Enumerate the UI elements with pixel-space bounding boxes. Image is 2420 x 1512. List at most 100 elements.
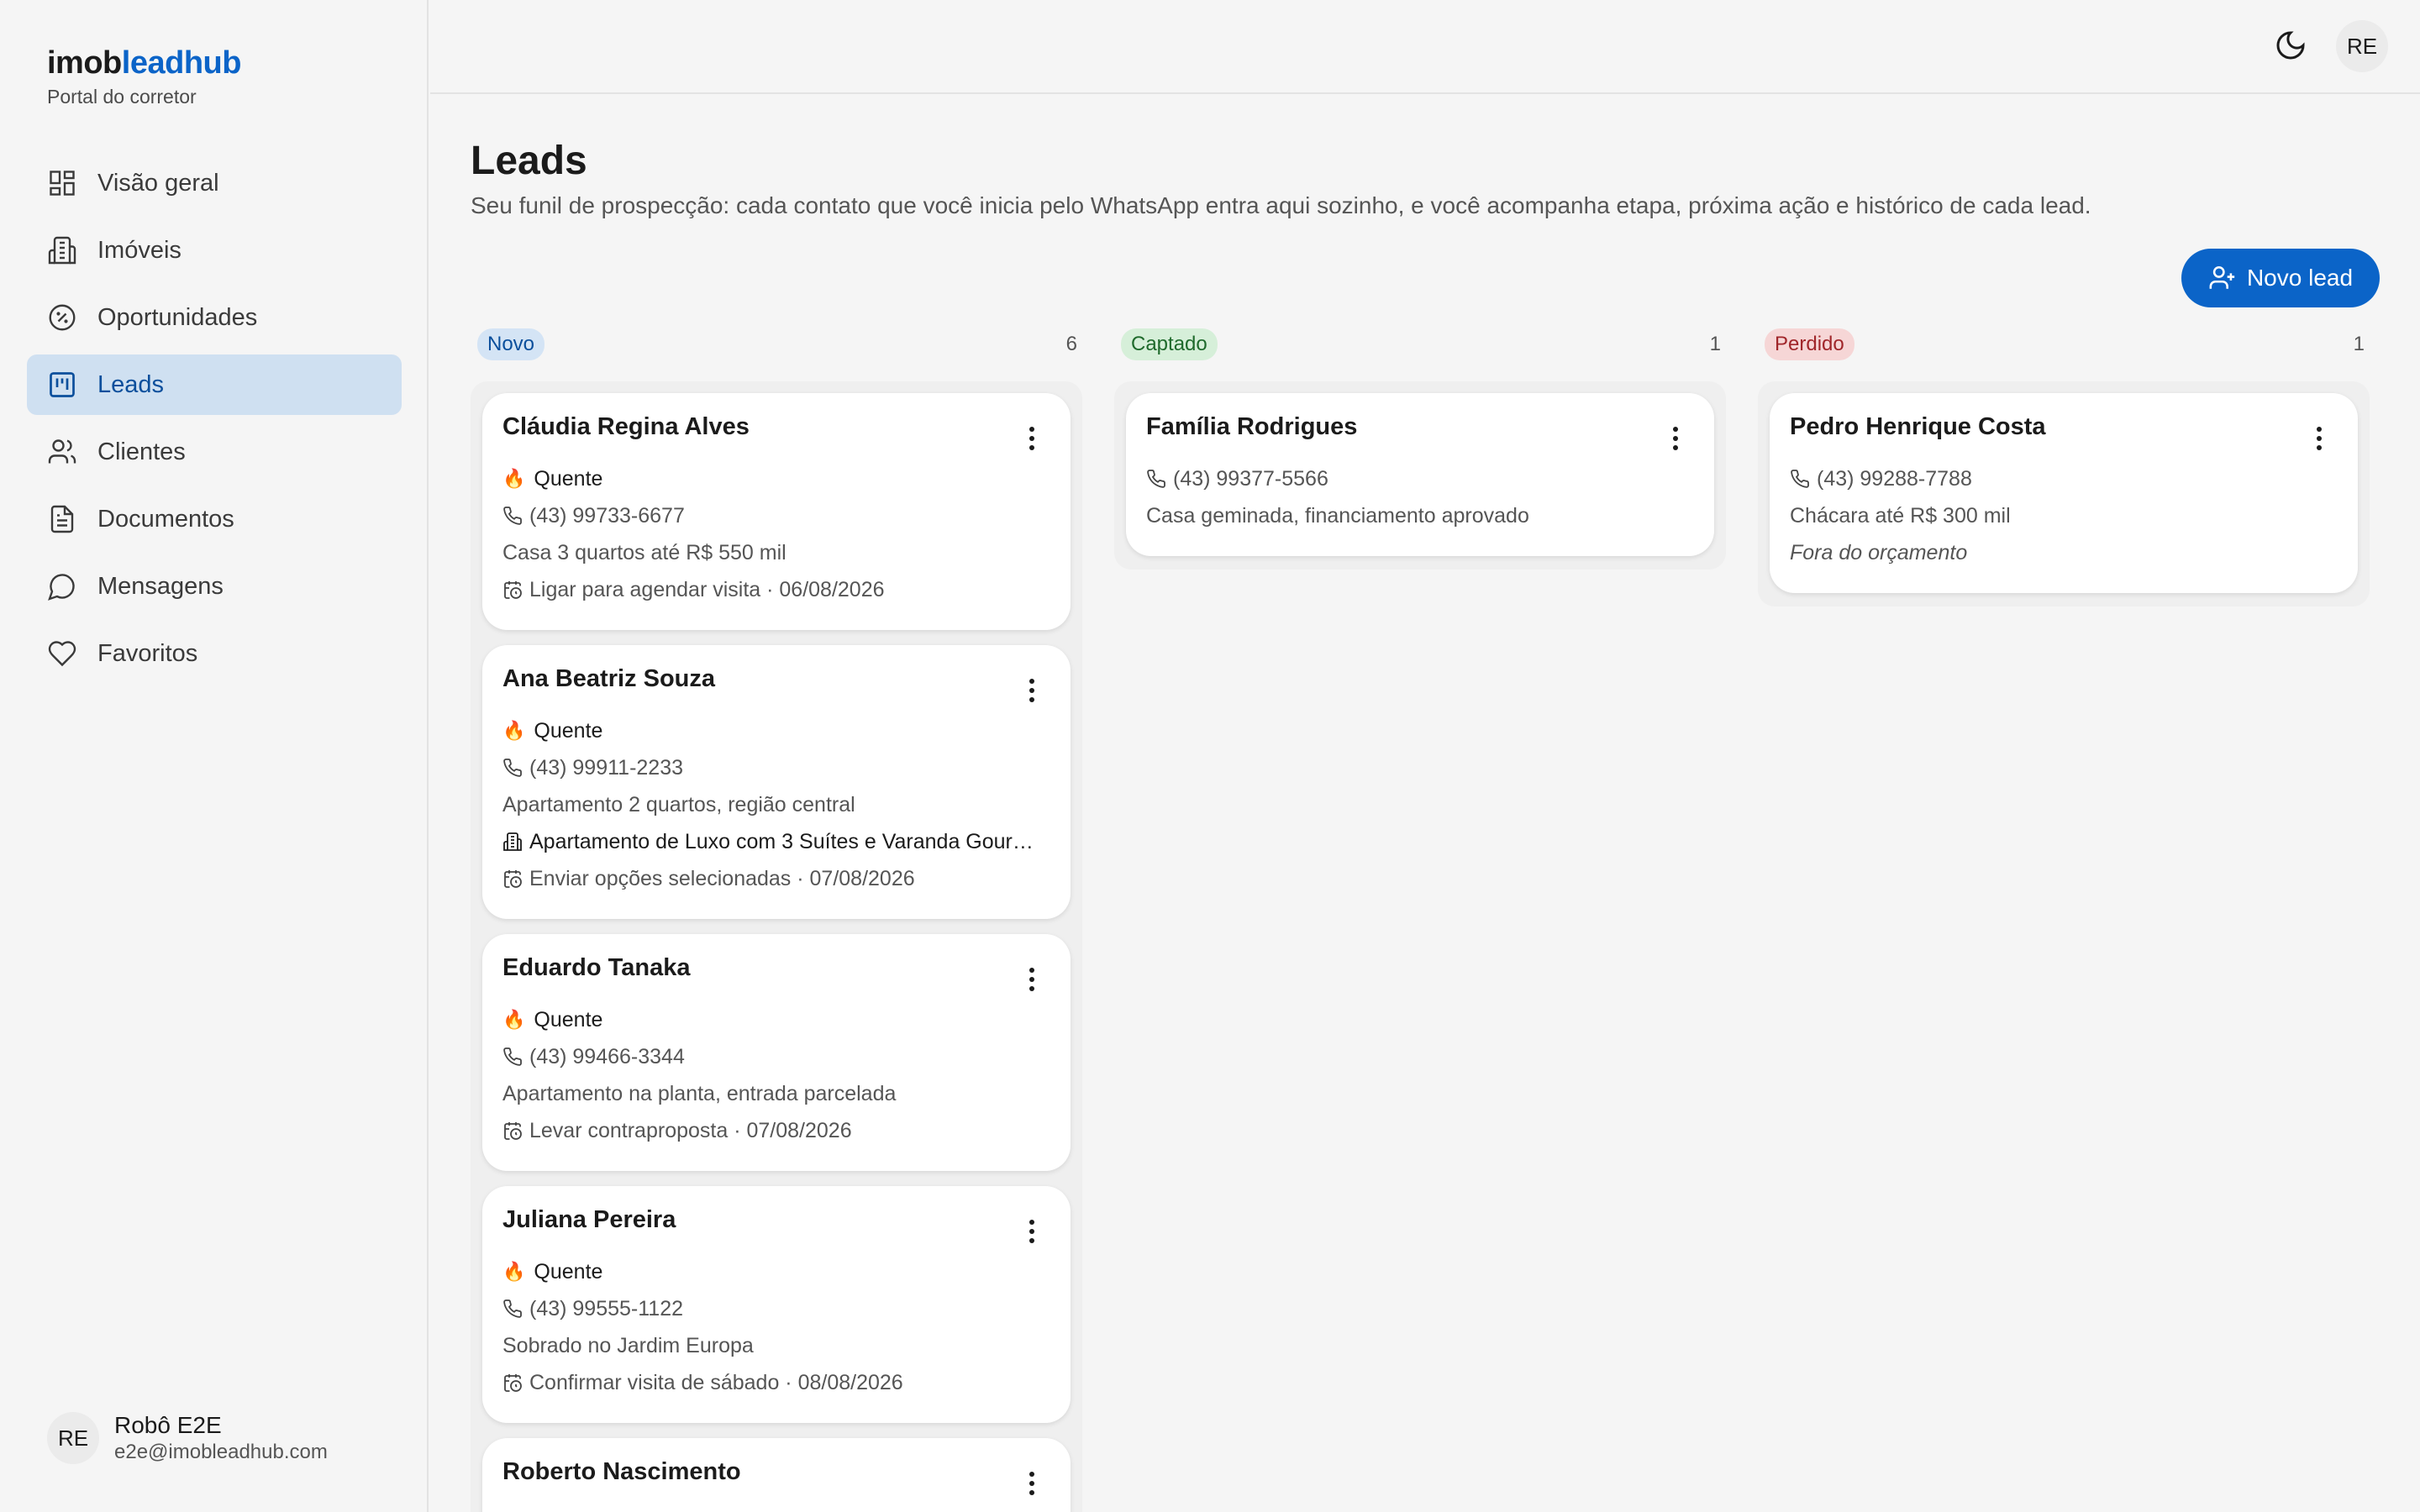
sidebar-item-label: Favoritos (97, 639, 198, 667)
more-options-icon[interactable] (1028, 427, 1035, 450)
sidebar-item-label: Leads (97, 370, 165, 398)
lead-card[interactable]: Eduardo Tanaka 🔥 Quente (43) 99466-3344 A… (482, 934, 1071, 1171)
sidebar-item-documentos[interactable]: Documentos (27, 489, 402, 549)
lead-name: Juliana Pereira (502, 1206, 676, 1233)
page-title: Leads (471, 139, 587, 183)
lead-phone: (43) 99555-1122 (529, 1297, 684, 1320)
avatar: RE (47, 1412, 99, 1464)
flame-icon: 🔥 (502, 1009, 526, 1030)
sidebar-item-oportunidades[interactable]: Oportunidades (27, 287, 402, 348)
kanban-column-captado: Captado 1 Família Rodrigues (43) 99377-5… (1114, 328, 1726, 570)
kanban-icon (50, 372, 75, 397)
lead-name: Cláudia Regina Alves (502, 413, 750, 440)
page-description: Seu funil de prospecção: cada contato qu… (471, 192, 2091, 218)
heart-icon (48, 641, 76, 667)
sidebar-item-visao-geral[interactable]: Visão geral (27, 153, 402, 213)
sidebar-item-leads[interactable]: Leads (27, 354, 402, 415)
sidebar-item-imoveis[interactable]: Imóveis (27, 220, 402, 281)
phone-icon (503, 507, 522, 525)
column-body: Cláudia Regina Alves 🔥 Quente (43) 99733-… (471, 381, 1082, 1512)
flame-icon: 🔥 (502, 1261, 526, 1282)
lead-linked-property[interactable]: Apartamento de Luxo com 3 Suítes e Varan… (529, 823, 1050, 860)
calendar-clock-icon (504, 1374, 522, 1392)
moon-icon[interactable] (2274, 29, 2307, 62)
more-options-icon[interactable] (1672, 427, 1679, 450)
lead-name: Ana Beatriz Souza (502, 665, 715, 692)
lead-card[interactable]: Roberto Nascimento (482, 1438, 1071, 1512)
badge-percent-icon (49, 304, 76, 331)
more-options-icon[interactable] (1028, 968, 1035, 991)
column-count: 6 (1065, 333, 1077, 355)
stage-badge: Novo (477, 328, 545, 360)
building-icon (48, 236, 76, 265)
avatar-menu-button[interactable]: RE (2336, 20, 2388, 72)
brand[interactable]: imobleadhub Portal do corretor (47, 44, 241, 108)
lead-interest: Chácara até R$ 300 mil (1790, 504, 2011, 528)
user-email: e2e@imobleadhub.com (114, 1441, 328, 1463)
more-options-icon[interactable] (1028, 1220, 1035, 1243)
phone-icon (1791, 470, 1809, 488)
sidebar-item-label: Imóveis (97, 236, 182, 264)
lead-interest: Casa geminada, financiamento aprovado (1146, 504, 1529, 528)
sidebar-item-label: Mensagens (97, 572, 224, 600)
lead-card[interactable]: Família Rodrigues (43) 99377-5566 Casa g… (1126, 393, 1714, 556)
sidebar-item-label: Clientes (97, 438, 186, 465)
user-plus-icon (2209, 265, 2235, 289)
lead-phone: (43) 99288-7788 (1817, 467, 1972, 491)
new-lead-button[interactable]: Novo lead (2181, 249, 2380, 307)
phone-icon (503, 759, 522, 777)
stage-badge: Perdido (1765, 328, 1854, 360)
flame-icon: 🔥 (502, 468, 526, 489)
brand-logo: imobleadhub (47, 45, 241, 81)
more-options-icon[interactable] (1028, 1472, 1035, 1495)
more-options-icon[interactable] (1028, 679, 1035, 702)
lead-phone: (43) 99466-3344 (529, 1045, 685, 1068)
column-count: 1 (2353, 333, 2365, 355)
sidebar-item-favoritos[interactable]: Favoritos (27, 623, 402, 684)
lead-next-action: Levar contraproposta · 07/08/2026 (529, 1119, 852, 1142)
sidebar-item-mensagens[interactable]: Mensagens (27, 556, 402, 617)
new-lead-button-label: Novo lead (2246, 265, 2354, 291)
stage-badge: Captado (1121, 328, 1218, 360)
lead-card[interactable]: Cláudia Regina Alves 🔥 Quente (43) 99733-… (482, 393, 1071, 630)
sidebar: imobleadhub Portal do corretor Visão ger… (0, 0, 429, 1512)
sidebar-item-label: Documentos (97, 505, 234, 533)
flame-icon: 🔥 (502, 720, 526, 741)
column-body: Família Rodrigues (43) 99377-5566 Casa g… (1114, 381, 1726, 570)
lead-next-action: Ligar para agendar visita · 06/08/2026 (529, 578, 885, 601)
sidebar-item-clientes[interactable]: Clientes (27, 422, 402, 482)
document-icon (50, 505, 74, 533)
phone-icon (503, 1047, 522, 1066)
topbar: RE (430, 0, 2420, 94)
lead-phone: (43) 99911-2233 (529, 756, 684, 780)
lead-next-action: Enviar opções selecionadas · 07/08/2026 (529, 867, 915, 890)
lead-lost-reason: Fora do orçamento (1790, 541, 1968, 564)
lead-card[interactable]: Juliana Pereira 🔥 Quente (43) 99555-1122 … (482, 1186, 1071, 1423)
lead-card[interactable]: Ana Beatriz Souza 🔥 Quente (43) 99911-223… (482, 645, 1071, 919)
brand-subtitle: Portal do corretor (47, 86, 197, 108)
lead-name: Pedro Henrique Costa (1790, 413, 2046, 440)
phone-icon (1147, 470, 1165, 488)
calendar-clock-icon (504, 870, 522, 888)
lead-name: Família Rodrigues (1146, 413, 1358, 440)
lead-temperature: Quente (534, 1260, 603, 1284)
lead-temperature: Quente (534, 719, 603, 743)
lead-interest: Casa 3 quartos até R$ 550 mil (502, 541, 786, 564)
message-icon (48, 574, 75, 601)
lead-temperature: Quente (534, 1008, 603, 1032)
dashboard-icon (50, 171, 75, 196)
building-icon (503, 832, 522, 851)
lead-phone: (43) 99377-5566 (1173, 467, 1328, 491)
lead-interest: Apartamento 2 quartos, região central (502, 793, 855, 816)
phone-icon (503, 1299, 522, 1318)
calendar-clock-icon (504, 581, 522, 599)
more-options-icon[interactable] (2316, 427, 2323, 450)
user-name: Robô E2E (114, 1412, 222, 1438)
users-icon (48, 439, 76, 464)
lead-next-action: Confirmar visita de sábado · 08/08/2026 (529, 1371, 903, 1394)
lead-card[interactable]: Pedro Henrique Costa (43) 99288-7788 Chá… (1770, 393, 2358, 593)
lead-phone: (43) 99733-6677 (529, 504, 685, 528)
user-profile[interactable]: RE Robô E2E e2e@imobleadhub.com (47, 1411, 328, 1465)
sidebar-item-label: Visão geral (97, 169, 219, 197)
sidebar-nav: Visão geral Imóveis Oportunidades Leads … (27, 153, 402, 690)
